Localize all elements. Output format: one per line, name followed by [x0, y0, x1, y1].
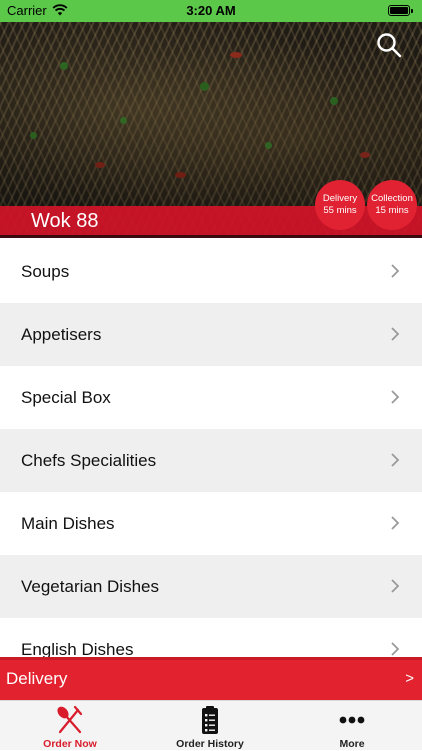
battery-icon	[388, 5, 413, 16]
category-row-vegetarian-dishes[interactable]: Vegetarian Dishes	[0, 555, 422, 618]
delivery-mode-bar[interactable]: Delivery >	[0, 657, 422, 700]
tab-bar: Order Now Order History More	[0, 700, 422, 750]
chevron-right-icon	[391, 642, 400, 656]
category-label: Soups	[21, 261, 70, 281]
status-bar: Carrier 3:20 AM	[0, 0, 422, 22]
category-row-main-dishes[interactable]: Main Dishes	[0, 492, 422, 555]
category-label: Vegetarian Dishes	[21, 576, 159, 596]
category-row-soups[interactable]: Soups	[0, 240, 422, 303]
chevron-right-icon	[391, 390, 400, 404]
chevron-right-icon	[391, 453, 400, 467]
delivery-mode-label: Delivery	[6, 669, 68, 688]
category-row-appetisers[interactable]: Appetisers	[0, 303, 422, 366]
category-label: Special Box	[21, 387, 111, 407]
chevron-right-icon	[391, 264, 400, 278]
collection-badge-label: Collection	[371, 193, 413, 204]
tab-order-now[interactable]: Order Now	[0, 701, 140, 751]
category-row-special-box[interactable]: Special Box	[0, 366, 422, 429]
tab-label: Order Now	[43, 738, 97, 750]
status-time: 3:20 AM	[186, 3, 236, 18]
chevron-right-icon	[391, 516, 400, 530]
delivery-time-badge[interactable]: Delivery 55 mins	[315, 180, 365, 230]
more-dots-icon	[339, 716, 365, 724]
category-row-chefs-specialities[interactable]: Chefs Specialities	[0, 429, 422, 492]
fork-knife-icon	[57, 705, 83, 734]
delivery-badge-time: 55 mins	[323, 205, 357, 216]
delivery-badge-label: Delivery	[322, 193, 358, 204]
collection-time-badge[interactable]: Collection 15 mins	[367, 180, 417, 230]
clipboard-icon	[202, 706, 218, 734]
menu-category-list: Soups Appetisers Special Box Chefs Speci…	[0, 240, 422, 681]
chevron-right-icon	[391, 579, 400, 593]
restaurant-hero: Wok 88 Delivery 55 mins Collection 15 mi…	[0, 22, 422, 238]
category-label: Main Dishes	[21, 513, 115, 533]
category-label: Chefs Specialities	[21, 450, 157, 470]
tab-label: Order History	[176, 738, 244, 750]
delivery-arrow-icon: >	[405, 670, 414, 687]
tab-label: More	[339, 738, 365, 750]
restaurant-name: Wok 88	[31, 210, 99, 232]
tab-order-history[interactable]: Order History	[140, 701, 280, 751]
collection-badge-time: 15 mins	[375, 205, 409, 216]
tab-more[interactable]: More	[282, 701, 422, 751]
search-icon[interactable]	[376, 32, 402, 58]
category-label: Appetisers	[21, 324, 102, 344]
chevron-right-icon	[391, 327, 400, 341]
